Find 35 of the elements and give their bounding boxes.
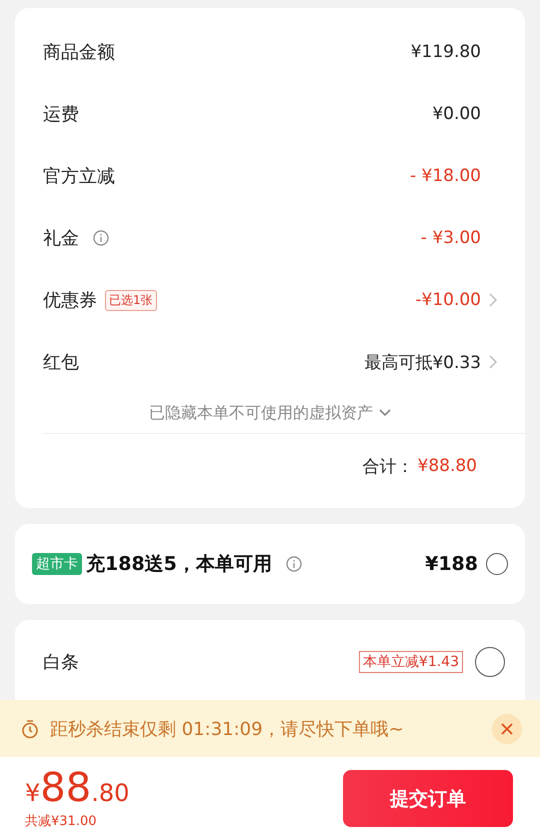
row-value: 最高可抵¥0.33 xyxy=(364,352,481,374)
row-label: 官方立减 xyxy=(43,165,115,188)
chevron-icon[interactable] xyxy=(489,293,497,307)
card-badge: 超市卡 xyxy=(32,553,82,575)
savings-text: 共减¥31.00 xyxy=(25,812,98,830)
total-label: 合计： xyxy=(362,456,414,478)
stopwatch-icon xyxy=(20,718,40,738)
offer-title: 充188送5，本单可用 xyxy=(86,552,272,577)
radio-button[interactable] xyxy=(475,647,505,677)
submit-order-button[interactable]: 提交订单 xyxy=(343,770,513,827)
payment-label: 白条 xyxy=(43,651,79,674)
promo-tag: 本单立减¥1.43 xyxy=(358,651,463,673)
total-value: ¥88.80 xyxy=(418,456,477,476)
selected-tag: 已选1张 xyxy=(105,290,157,310)
chevron-icon[interactable] xyxy=(489,355,497,369)
row-value: ¥119.80 xyxy=(410,42,481,62)
info-icon[interactable] xyxy=(93,230,109,246)
row-label: 红包 xyxy=(43,351,79,374)
row-label: 礼金 xyxy=(43,227,79,250)
countdown-text: 距秒杀结束仅剩 01:31:09，请尽快下单哦~ xyxy=(50,718,405,740)
radio-button[interactable] xyxy=(486,553,508,575)
close-button[interactable] xyxy=(492,714,522,744)
row-value: ¥0.00 xyxy=(432,104,481,124)
row-label: 优惠券 xyxy=(43,289,97,312)
row-value: -¥10.00 xyxy=(415,290,481,310)
row-label: 运费 xyxy=(43,103,79,126)
hidden-assets-link[interactable]: 已隐藏本单不可使用的虚拟资产 xyxy=(149,402,373,424)
row-label: 商品金额 xyxy=(43,41,115,64)
offer-price: ¥188 xyxy=(425,553,478,575)
close-icon xyxy=(501,722,513,734)
row-value: - ¥3.00 xyxy=(420,228,481,248)
caret-icon[interactable] xyxy=(379,409,391,417)
info-icon[interactable] xyxy=(286,556,302,572)
row-value: - ¥18.00 xyxy=(410,166,481,186)
total-price: ¥88.80 xyxy=(25,768,130,808)
